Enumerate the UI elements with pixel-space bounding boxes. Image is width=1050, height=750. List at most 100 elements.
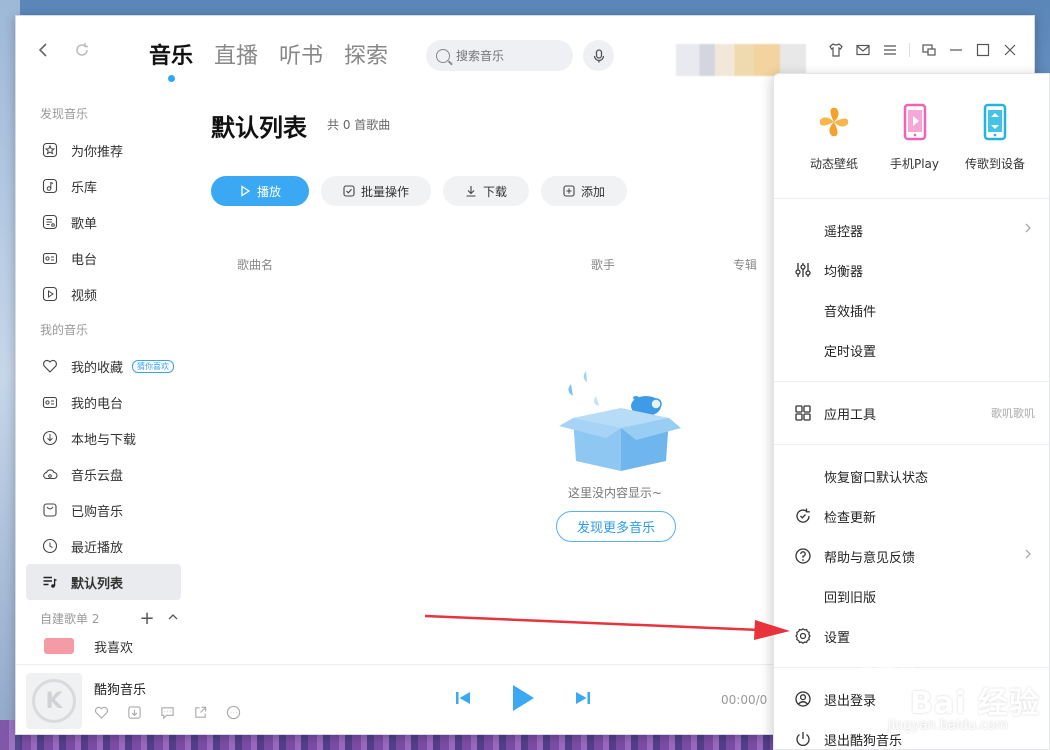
like-heart-icon[interactable] <box>94 705 109 720</box>
sidebar-item-recommend[interactable]: 为你推荐 <box>26 132 181 168</box>
sidebar-item-recent[interactable]: 最近播放 <box>26 528 181 564</box>
update-icon <box>794 507 812 525</box>
menu-item-check-update[interactable]: 检查更新 <box>774 496 1049 536</box>
minimize-icon[interactable] <box>948 42 964 58</box>
sidebar-item-purchased[interactable]: 已购音乐 <box>26 492 181 528</box>
batch-operation-button[interactable]: 批量操作 <box>321 176 432 206</box>
feature-phone-play[interactable]: 手机Play <box>877 102 953 198</box>
radio-icon <box>42 394 58 410</box>
download-icon[interactable] <box>127 705 142 720</box>
sidebar-item-label: 我喜欢 <box>94 640 134 656</box>
custom-playlists-header: 自建歌单 2 + <box>16 600 191 636</box>
radio-icon <box>42 250 58 266</box>
voice-search-button[interactable] <box>583 40 614 71</box>
search-box[interactable] <box>426 40 573 71</box>
menu-item-label: 回到旧版 <box>824 590 877 606</box>
discover-more-music-button[interactable]: 发现更多音乐 <box>556 511 676 542</box>
transfer-device-icon <box>983 103 1007 141</box>
sidebar-item-my-likes[interactable]: 我喜欢 <box>16 636 191 656</box>
collapse-chevron-up-icon[interactable] <box>167 611 179 626</box>
menu-item-label: 恢复窗口默认状态 <box>824 470 929 486</box>
tab-audiobook[interactable]: 听书 <box>279 38 323 70</box>
action-bar: 播放 批量操作 下载 添加 <box>211 176 628 206</box>
album-cover[interactable]: K <box>26 673 82 729</box>
menu-item-remote[interactable]: 遥控器 <box>774 210 1049 250</box>
sidebar-item-my-radio[interactable]: 我的电台 <box>26 384 181 420</box>
add-playlist-plus-icon[interactable]: + <box>139 608 154 629</box>
menu-icon[interactable] <box>882 42 898 58</box>
play-all-button[interactable]: 播放 <box>211 176 310 206</box>
annotation-arrow <box>425 614 790 640</box>
mail-icon[interactable] <box>855 42 871 58</box>
microphone-icon <box>593 48 604 62</box>
star-icon <box>42 142 58 158</box>
menu-item-sound-plugin[interactable]: 音效插件 <box>774 290 1049 330</box>
watermark-url: jingyan.baidu.com <box>888 718 1008 733</box>
cloud-icon <box>42 466 58 482</box>
sidebar-item-default-list[interactable]: 默认列表 <box>26 564 181 600</box>
skin-shirt-icon[interactable] <box>828 42 844 58</box>
sidebar-item-radio[interactable]: 电台 <box>26 240 181 276</box>
gear-icon <box>794 627 812 645</box>
add-button[interactable]: 添加 <box>541 176 628 206</box>
tab-explore[interactable]: 探索 <box>344 38 388 70</box>
mini-mode-icon[interactable] <box>921 42 937 58</box>
power-icon <box>794 730 812 748</box>
window-controls <box>828 42 1018 58</box>
sidebar-item-label: 音乐云盘 <box>71 468 124 484</box>
sidebar-item-label: 已购音乐 <box>71 504 124 520</box>
blank-icon <box>794 467 812 485</box>
maximize-icon[interactable] <box>975 42 991 58</box>
sidebar-item-local-download[interactable]: 本地与下载 <box>26 420 181 456</box>
download-button[interactable]: 下载 <box>443 176 530 206</box>
feature-transfer-device[interactable]: 传歌到设备 <box>957 102 1033 198</box>
checkbox-icon <box>343 185 355 197</box>
music-library-icon <box>42 178 58 194</box>
user-profile-blurred[interactable] <box>676 44 806 76</box>
menu-item-label: 定时设置 <box>824 344 877 360</box>
menu-item-equalizer[interactable]: 均衡器 <box>774 250 1049 290</box>
batch-operation-label: 批量操作 <box>361 184 410 199</box>
playlist-icon <box>42 214 58 230</box>
comment-icon[interactable] <box>160 705 175 720</box>
page-title: 默认列表 <box>211 114 307 142</box>
sidebar-item-label: 我的收藏 <box>71 360 124 376</box>
tab-live[interactable]: 直播 <box>214 38 258 70</box>
sidebar-item-label: 最近播放 <box>71 540 124 556</box>
more-icon[interactable] <box>226 705 241 720</box>
play-button-icon[interactable] <box>510 683 536 713</box>
feature-live-wallpaper[interactable]: 动态壁纸 <box>796 102 872 198</box>
menu-item-restore-window[interactable]: 恢复窗口默认状态 <box>774 456 1049 496</box>
search-icon <box>436 48 450 63</box>
tab-music[interactable]: 音乐 <box>149 38 193 82</box>
close-icon[interactable] <box>1002 42 1018 58</box>
share-icon[interactable] <box>193 705 208 720</box>
previous-track-icon[interactable] <box>454 689 472 707</box>
sidebar-group-discover: 发现音乐 <box>40 107 89 121</box>
menu-item-label: 检查更新 <box>824 510 877 526</box>
sidebar-item-favorites[interactable]: 我的收藏 猜你喜欢 <box>26 348 181 384</box>
sidebar-item-library[interactable]: 乐库 <box>26 168 181 204</box>
baidu-jingyan-watermark: Bai 经验 jingyan.baidu.com <box>850 630 1040 740</box>
menu-item-app-tools[interactable]: 应用工具 歌叽歌叽 <box>774 393 1049 433</box>
blank-icon <box>794 587 812 605</box>
purchased-icon <box>42 502 58 518</box>
sidebar-item-label: 本地与下载 <box>71 432 137 448</box>
menu-item-help-feedback[interactable]: 帮助与意见反馈 <box>774 536 1049 576</box>
next-track-icon[interactable] <box>574 689 592 707</box>
column-artist: 歌手 <box>591 258 616 272</box>
video-icon <box>42 286 58 302</box>
sidebar-item-label: 视频 <box>71 288 98 304</box>
sidebar-item-video[interactable]: 视频 <box>26 276 181 312</box>
search-input[interactable] <box>456 48 556 63</box>
sidebar-item-label: 歌单 <box>71 216 98 232</box>
pinwheel-icon <box>819 107 849 137</box>
playback-time: 00:00/0 <box>721 693 768 707</box>
menu-item-old-version[interactable]: 回到旧版 <box>774 576 1049 616</box>
sidebar-item-cloud[interactable]: 音乐云盘 <box>26 456 181 492</box>
refresh-icon[interactable] <box>74 42 90 58</box>
sidebar-item-playlists[interactable]: 歌单 <box>26 204 181 240</box>
feature-label: 动态壁纸 <box>809 157 858 171</box>
menu-item-timer[interactable]: 定时设置 <box>774 330 1049 370</box>
chevron-left-icon[interactable] <box>36 42 52 58</box>
